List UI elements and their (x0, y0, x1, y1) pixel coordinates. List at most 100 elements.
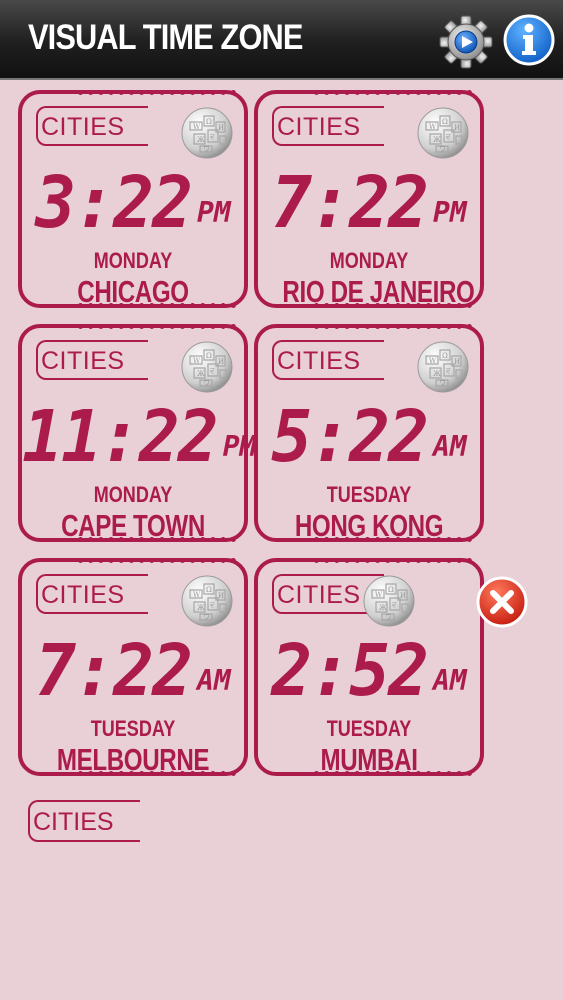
svg-text:ウ: ウ (385, 613, 392, 621)
svg-text:Ж: Ж (379, 604, 387, 612)
clock-card[interactable]: CITIES WΩИ (18, 90, 248, 309)
cities-button[interactable]: CITIES (36, 574, 148, 614)
am-pm-indicator: PM (222, 430, 257, 463)
svg-text:Ω: Ω (442, 352, 448, 360)
cities-button[interactable]: CITIES (36, 340, 148, 380)
day-label: MONDAY (93, 248, 173, 273)
time-display: 5:22 AM (258, 396, 480, 479)
card-top-border (78, 324, 236, 329)
svg-text:ਵ: ਵ (445, 133, 451, 141)
title-bar: VISUAL TIME ZONE (0, 0, 563, 80)
card-top-border (314, 324, 472, 329)
svg-text:И: И (454, 124, 460, 132)
info-button[interactable] (503, 14, 555, 66)
time-display: 11:22 PM (22, 396, 256, 479)
svg-text:ਵ: ਵ (209, 133, 215, 141)
day-label: TUESDAY (90, 716, 176, 741)
close-icon (476, 576, 528, 628)
svg-text:ਵ: ਵ (209, 367, 215, 375)
time-display: 7:22 PM (258, 162, 480, 245)
time-value: 5:22 (271, 396, 429, 479)
svg-text:Ω: Ω (206, 586, 212, 594)
time-value: 11:22 (22, 396, 219, 479)
svg-text:ウ: ウ (203, 613, 210, 621)
clock-card[interactable]: CITIES WΩИ (18, 324, 256, 543)
city-name: CAPE TOWN (61, 508, 205, 543)
svg-text:И: И (218, 592, 224, 600)
svg-text:Ω: Ω (388, 586, 394, 594)
globe-icon-graphic: WΩИ Ж ਵウ (417, 341, 469, 393)
clock-card[interactable]: CITIES WΩИ (18, 558, 248, 777)
settings-button[interactable] (438, 14, 494, 70)
svg-text:W: W (193, 123, 201, 131)
cities-button[interactable]: CITIES (36, 106, 148, 146)
add-city-button[interactable]: CITIES (28, 800, 140, 842)
info-icon (503, 14, 555, 66)
svg-text:Ω: Ω (442, 118, 448, 126)
svg-text:Ж: Ж (433, 370, 441, 378)
svg-text:W: W (193, 591, 201, 599)
svg-text:Ω: Ω (206, 352, 212, 360)
svg-text:ウ: ウ (439, 145, 446, 153)
svg-text:ウ: ウ (203, 145, 210, 153)
wikipedia-globe-icon[interactable]: WΩИ Жਵウ (180, 574, 234, 628)
day-label: MONDAY (93, 482, 173, 507)
close-button[interactable] (476, 576, 528, 628)
globe-icon-graphic: WΩИ Ж ਵウ (181, 575, 233, 627)
card-top-border (314, 558, 472, 563)
globe-icon-graphic: WΩИ Ж ਵウ (363, 575, 415, 627)
svg-text:ウ: ウ (439, 379, 446, 387)
globe-icon-graphic: WΩИ Ж ਵウ (181, 107, 233, 159)
app-title: VISUAL TIME ZONE (28, 18, 303, 57)
card-top-border (314, 90, 472, 95)
am-pm-indicator: AM (433, 430, 467, 463)
svg-text:W: W (429, 123, 437, 131)
svg-text:Ж: Ж (197, 604, 205, 612)
cities-label: CITIES (41, 113, 125, 141)
svg-text:ਵ: ਵ (445, 367, 451, 375)
cities-label: CITIES (277, 581, 361, 609)
svg-text:И: И (218, 358, 224, 366)
am-pm-indicator: PM (433, 196, 467, 229)
am-pm-indicator: PM (197, 196, 231, 229)
svg-text:Ω: Ω (206, 118, 212, 126)
am-pm-indicator: AM (197, 664, 231, 697)
globe-icon-graphic: WΩИ Ж ਵウ (417, 107, 469, 159)
svg-text:W: W (193, 357, 201, 365)
time-value: 7:22 (271, 162, 429, 245)
cities-label: CITIES (277, 347, 361, 375)
time-value: 7:22 (35, 630, 193, 713)
wikipedia-globe-icon[interactable]: WΩИ Жਵウ (416, 106, 470, 160)
city-name: CHICAGO (77, 274, 189, 309)
time-display: 3:22 PM (22, 168, 244, 239)
cities-button[interactable]: CITIES (272, 340, 384, 380)
svg-text:Ж: Ж (433, 136, 441, 144)
city-name: HONG KONG (294, 508, 444, 543)
wikipedia-globe-icon[interactable]: WΩИ Жਵウ (180, 106, 234, 160)
city-name: MELBOURNE (56, 742, 210, 777)
svg-text:ਵ: ਵ (391, 601, 397, 609)
time-display: 7:22 AM (22, 630, 244, 713)
globe-icon-graphic: WΩИ Ж ਵウ (181, 341, 233, 393)
cities-label: CITIES (41, 581, 125, 609)
add-city-label: CITIES (33, 808, 114, 836)
clock-card[interactable]: CITIES WΩИ (254, 324, 484, 543)
day-label: MONDAY (329, 248, 409, 273)
cities-button[interactable]: CITIES (272, 106, 384, 146)
svg-text:Ж: Ж (197, 370, 205, 378)
wikipedia-globe-icon[interactable]: WΩИ Жਵウ (180, 340, 234, 394)
day-label: TUESDAY (326, 716, 412, 741)
city-name: RIO DE JANEIRO (282, 274, 475, 309)
am-pm-indicator: AM (433, 664, 467, 697)
svg-text:И: И (218, 124, 224, 132)
svg-text:W: W (429, 357, 437, 365)
clock-card[interactable]: CITIES WΩИ (254, 558, 528, 777)
wikipedia-globe-icon[interactable]: WΩИ Жਵウ (416, 340, 470, 394)
clock-card[interactable]: CITIES WΩИ (254, 90, 484, 309)
time-value: 2:52 (271, 630, 429, 713)
gear-icon (439, 15, 493, 69)
svg-text:ਵ: ਵ (209, 601, 215, 609)
wikipedia-globe-icon[interactable]: WΩИ Жਵウ (362, 574, 416, 628)
cities-label: CITIES (41, 347, 125, 375)
svg-text:И: И (400, 592, 406, 600)
